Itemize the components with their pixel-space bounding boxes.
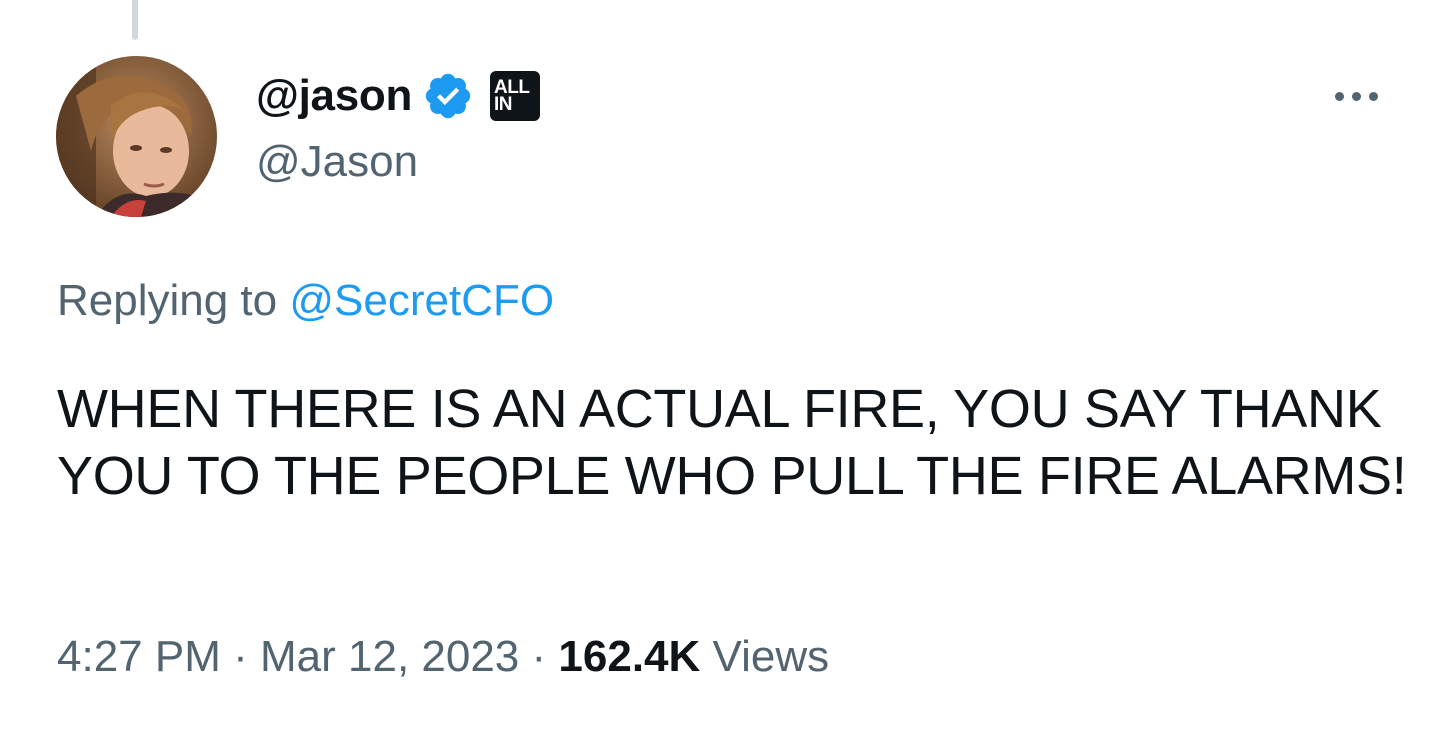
tweet-date[interactable]: Mar 12, 2023 [260,632,519,681]
thread-connector-line [132,0,138,40]
avatar[interactable] [56,56,217,217]
tweet-text: WHEN THERE IS AN ACTUAL FIRE, YOU SAY TH… [57,379,1407,506]
author-name-row: @jason ALL IN [256,68,541,124]
more-options-button[interactable] [1326,80,1386,112]
views-label: Views [712,632,830,681]
meta-separator: · [531,632,547,681]
meta-separator: · [233,632,248,681]
tweet-meta: 4:27 PM · Mar 12, 2023 · 162.4K Views [57,632,829,682]
reply-mention-link[interactable]: @SecretCFO [289,276,554,325]
replying-to-line: Replying to @SecretCFO [57,276,554,326]
replying-to-prefix: Replying to [57,276,278,325]
affiliate-badge[interactable]: ALL IN [490,71,541,121]
affiliate-badge-line-2: IN [494,94,513,115]
more-dots-icon [1334,91,1344,101]
author-handle[interactable]: @Jason [256,137,418,187]
avatar-image [56,56,217,217]
verified-check-icon [425,73,471,119]
tweet-detail: @jason ALL IN @Jason Replying to @Secret… [0,0,1440,744]
more-dots-icon [1368,91,1378,101]
views-count[interactable]: 162.4K [558,632,700,681]
tweet-time[interactable]: 4:27 PM [57,632,221,681]
author-display-name[interactable]: @jason [256,71,412,121]
more-dots-icon [1351,91,1361,101]
